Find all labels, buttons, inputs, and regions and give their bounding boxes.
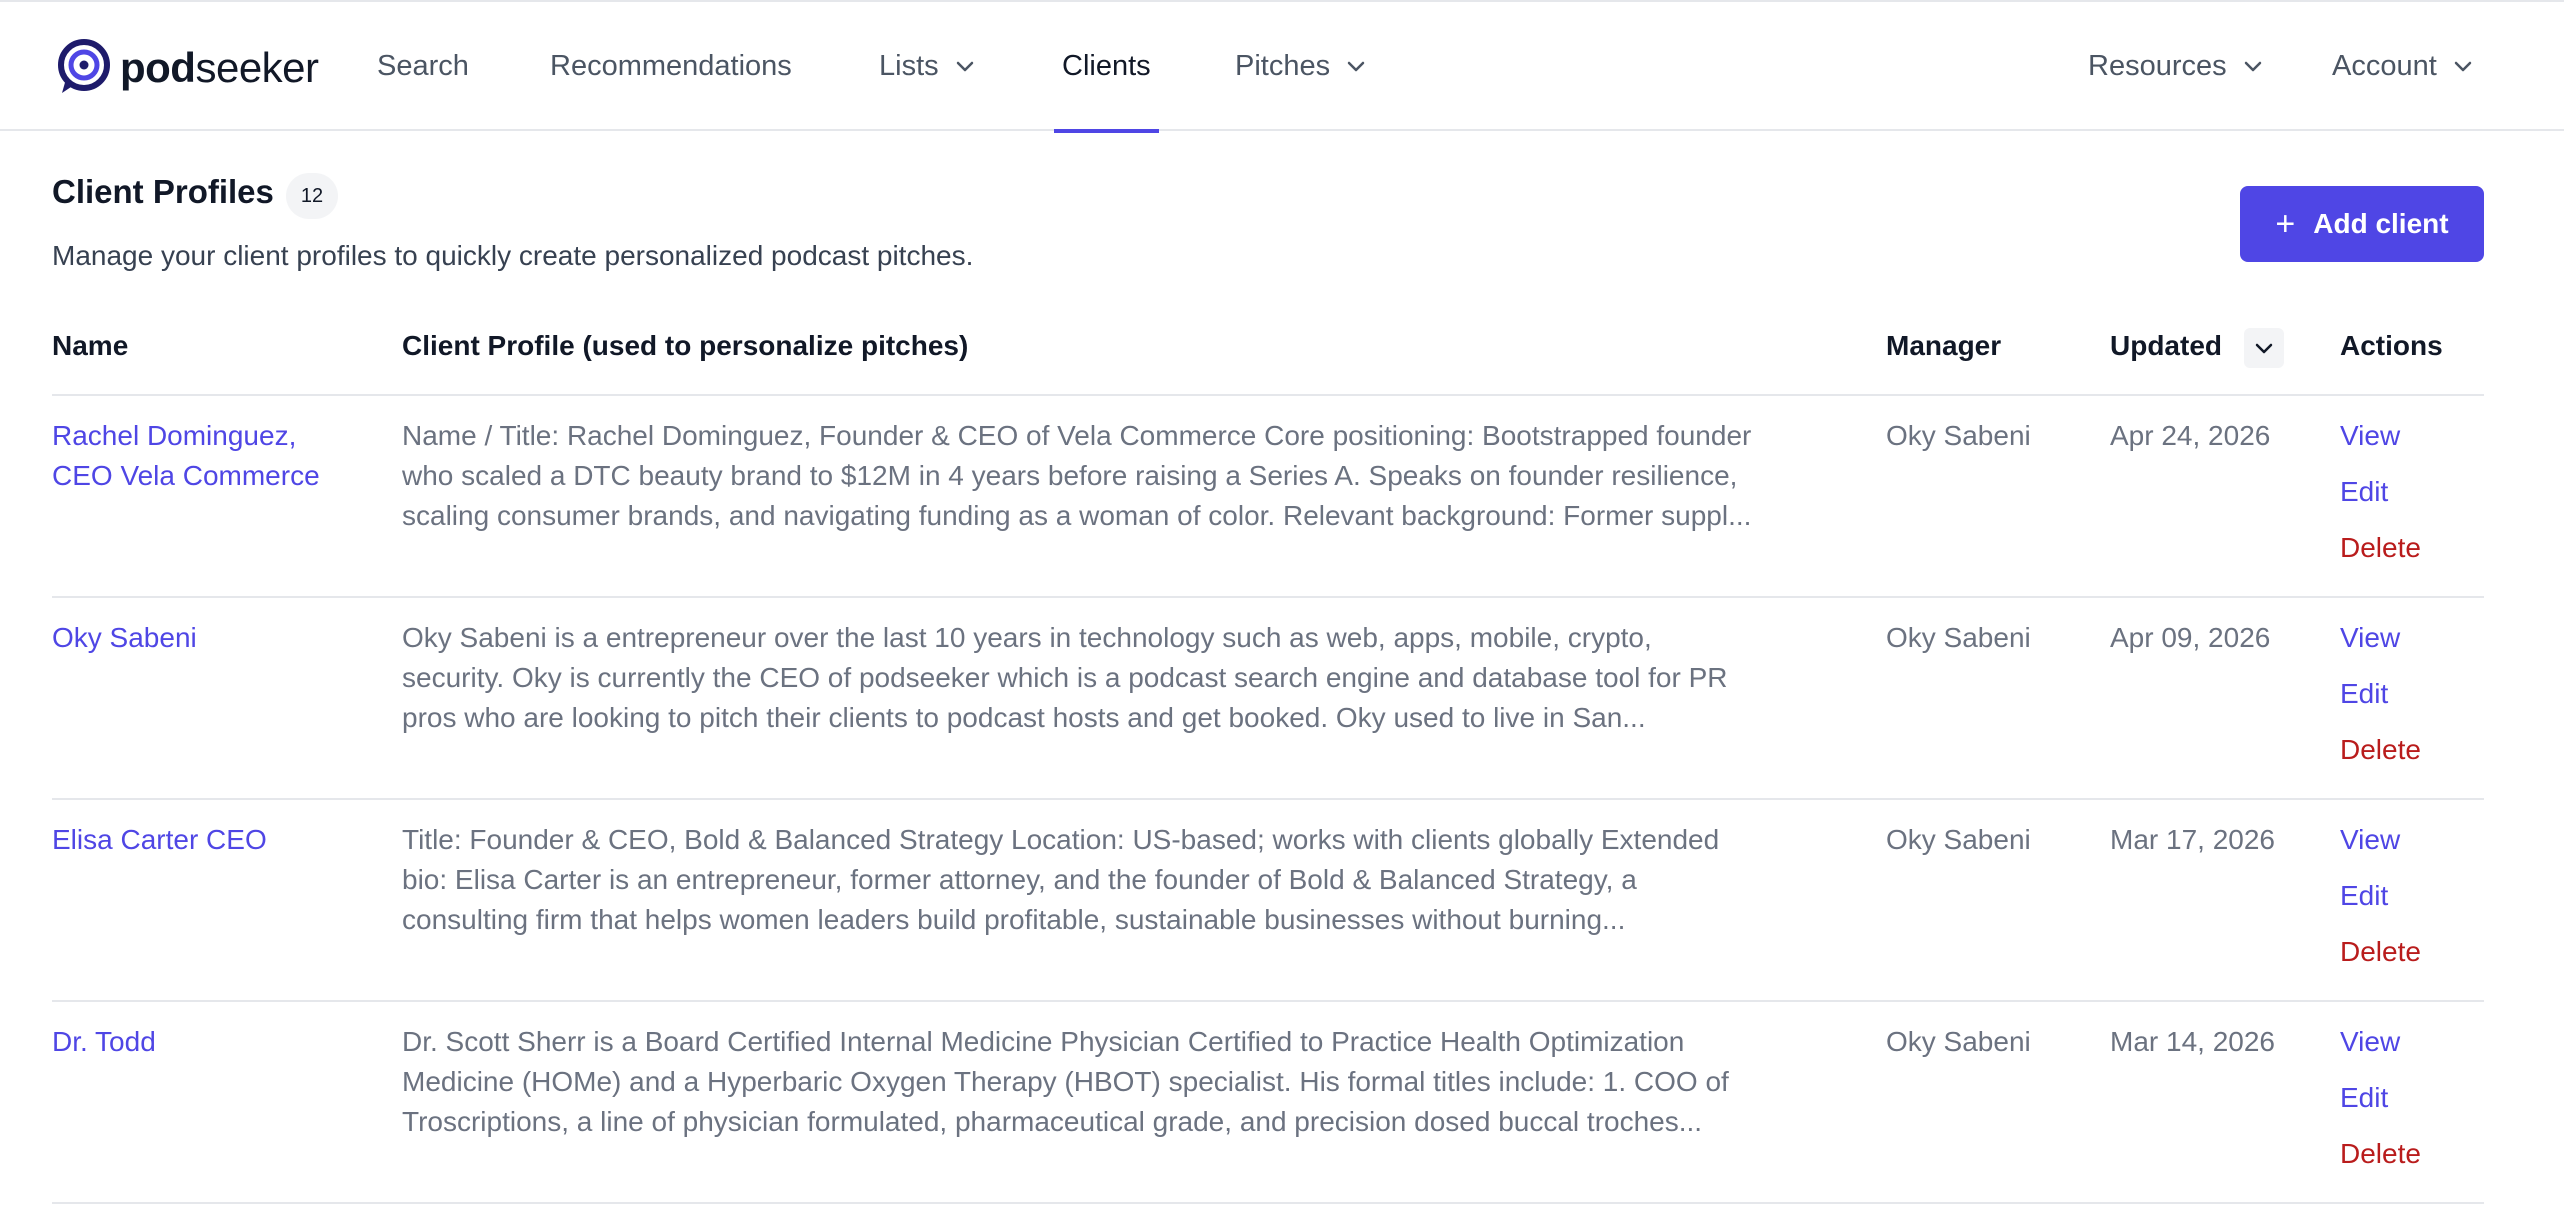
column-header-updated[interactable]: Updated <box>2110 330 2222 362</box>
delete-link[interactable]: Delete <box>2340 1134 2480 1190</box>
nav-clients[interactable]: Clients <box>1054 2 1159 133</box>
table-row: Elisa Carter CEO Title: Founder & CEO, B… <box>52 800 2484 1002</box>
table-header: Name Client Profile (used to personalize… <box>52 330 2484 396</box>
column-header-manager: Manager <box>1886 330 2002 361</box>
delete-link[interactable]: Delete <box>2340 932 2480 988</box>
row-actions: View Edit Delete <box>2340 820 2480 988</box>
edit-link[interactable]: Edit <box>2340 472 2480 528</box>
nav-lists[interactable]: Lists <box>879 2 975 131</box>
row-actions: View Edit Delete <box>2340 416 2480 584</box>
view-link[interactable]: View <box>2340 1022 2480 1078</box>
podseeker-logo[interactable]: podseeker <box>54 38 319 98</box>
client-updated-date: Mar 14, 2026 <box>2110 1026 2275 1057</box>
chevron-down-icon <box>2255 343 2273 353</box>
client-profile-text: Dr. Scott Sherr is a Board Certified Int… <box>402 1026 1729 1137</box>
nav-account[interactable]: Account <box>2332 2 2473 131</box>
nav-search-label: Search <box>377 50 469 82</box>
client-name-link[interactable]: Elisa Carter CEO <box>52 820 372 860</box>
client-updated-date: Apr 09, 2026 <box>2110 622 2271 653</box>
table-row: Oky Sabeni Oky Sabeni is a entrepreneur … <box>52 598 2484 800</box>
page-subtitle: Manage your client profiles to quickly c… <box>52 240 974 271</box>
edit-link[interactable]: Edit <box>2340 1078 2480 1134</box>
edit-link[interactable]: Edit <box>2340 876 2480 932</box>
nav-pitches[interactable]: Pitches <box>1235 2 1366 131</box>
nav-resources[interactable]: Resources <box>2088 2 2263 131</box>
client-updated-date: Mar 17, 2026 <box>2110 824 2275 855</box>
client-manager: Oky Sabeni <box>1886 824 2031 855</box>
logo-wordmark: podseeker <box>120 44 319 91</box>
client-name-link[interactable]: Oky Sabeni <box>52 618 372 658</box>
podseeker-logo-icon <box>58 39 110 93</box>
client-manager: Oky Sabeni <box>1886 1026 2031 1057</box>
chevron-down-icon <box>2454 61 2472 71</box>
client-count-badge: 12 <box>286 173 338 219</box>
delete-link[interactable]: Delete <box>2340 528 2480 584</box>
client-profile-text: Oky Sabeni is a entrepreneur over the la… <box>402 622 1728 733</box>
client-updated-date: Apr 24, 2026 <box>2110 420 2271 451</box>
nav-lists-label: Lists <box>879 50 939 82</box>
view-link[interactable]: View <box>2340 416 2480 472</box>
view-link[interactable]: View <box>2340 820 2480 876</box>
table-row: Dr. Todd Dr. Scott Sherr is a Board Cert… <box>52 1002 2484 1204</box>
chevron-down-icon <box>2244 61 2261 71</box>
client-profile-text: Name / Title: Rachel Dominguez, Founder … <box>402 420 1752 531</box>
nav-recommendations[interactable]: Recommendations <box>550 2 792 131</box>
nav-resources-label: Resources <box>2088 50 2227 82</box>
chevron-down-icon <box>956 61 973 71</box>
nav-pitches-label: Pitches <box>1235 50 1331 82</box>
table-row: Rachel Dominguez, CEO Vela Commerce Name… <box>52 396 2484 598</box>
delete-link[interactable]: Delete <box>2340 730 2480 786</box>
client-manager: Oky Sabeni <box>1886 420 2031 451</box>
nav-clients-label: Clients <box>1062 50 1151 82</box>
view-link[interactable]: View <box>2340 618 2480 674</box>
edit-link[interactable]: Edit <box>2340 674 2480 730</box>
nav-recommendations-label: Recommendations <box>550 50 792 82</box>
column-header-actions: Actions <box>2340 330 2443 361</box>
column-header-profile: Client Profile (used to personalize pitc… <box>402 330 969 361</box>
top-navigation: podseeker Search Recommendations Lists C… <box>0 0 2564 133</box>
add-client-label: Add client <box>2313 208 2449 239</box>
nav-search[interactable]: Search <box>377 2 469 131</box>
add-client-button[interactable]: + Add client <box>2240 186 2484 262</box>
plus-icon: + <box>2275 205 2296 243</box>
chevron-down-icon <box>1347 61 1365 71</box>
client-name-link[interactable]: Dr. Todd <box>52 1022 372 1062</box>
column-header-name: Name <box>52 330 129 361</box>
client-profile-text: Title: Founder & CEO, Bold & Balanced St… <box>402 824 1720 935</box>
row-actions: View Edit Delete <box>2340 618 2480 786</box>
row-actions: View Edit Delete <box>2340 1022 2480 1190</box>
page-title: Client Profiles <box>52 173 274 210</box>
client-name-link[interactable]: Rachel Dominguez, CEO Vela Commerce <box>52 416 372 496</box>
sort-updated-button[interactable] <box>2244 328 2284 368</box>
client-manager: Oky Sabeni <box>1886 622 2031 653</box>
nav-account-label: Account <box>2332 50 2437 82</box>
